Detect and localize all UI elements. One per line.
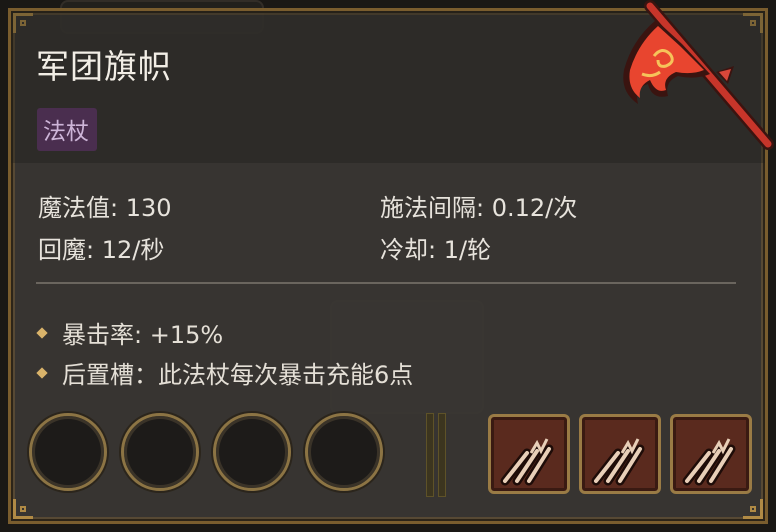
slot-separator [426,413,434,497]
mana-regen-stat: 回魔: 12/秒 [38,236,165,264]
item-title: 军团旗帜 [36,47,172,86]
item-type-tag: 法杖 [37,108,97,151]
legion-banner-icon [623,0,774,150]
spell-card-slot[interactable] [670,414,752,494]
empty-spell-slot[interactable] [213,413,291,491]
slot-separator [438,413,446,497]
cooldown-stat: 冷却: 1/轮 [380,236,492,264]
spell-card-slot[interactable] [579,414,661,494]
cast-interval-stat: 施法间隔: 0.12/次 [380,194,578,222]
corner-ornament [743,499,763,519]
spell-card-slot[interactable] [488,414,570,494]
divider [36,282,736,284]
mana-stat: 魔法值: 130 [38,194,172,222]
effect-text: 后置槽：此法杖每次暴击充能6点 [62,361,414,389]
diamond-bullet-icon [36,327,48,339]
claw-slash-icon [591,438,645,486]
claw-slash-icon [682,438,736,486]
empty-spell-slot[interactable] [29,413,107,491]
empty-spell-slot[interactable] [305,413,383,491]
effect-rear-slot: 后置槽：此法杖每次暴击充能6点 [36,355,414,390]
corner-ornament [13,499,33,519]
claw-slash-icon [500,438,554,486]
empty-spell-slot[interactable] [121,413,199,491]
diamond-bullet-icon [36,367,48,379]
effect-text: 暴击率: +15% [62,321,224,349]
effect-crit-rate: 暴击率: +15% [36,315,224,350]
